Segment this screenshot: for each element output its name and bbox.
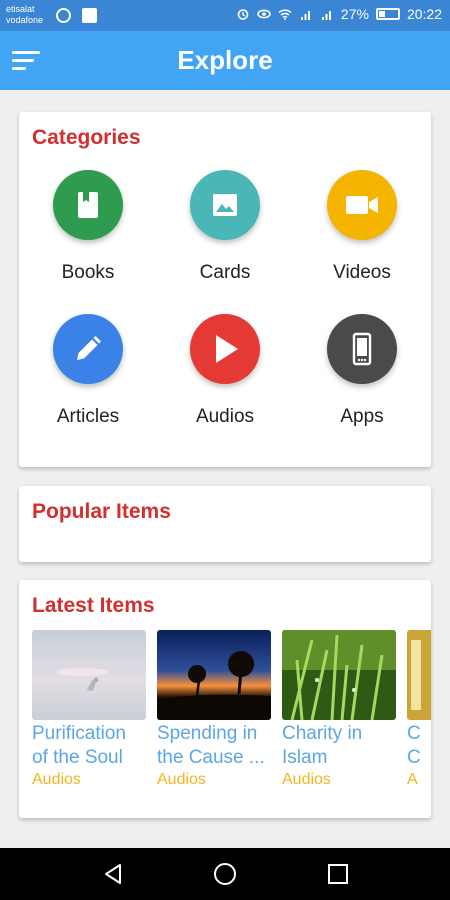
thumbnail-image: [32, 630, 146, 720]
latest-items-card: Latest Items Purification of the Soul Au…: [19, 580, 431, 818]
category-label: Videos: [333, 262, 391, 283]
app-bar: Explore: [0, 31, 450, 90]
battery-icon: [375, 8, 400, 20]
category-label: Apps: [340, 406, 384, 427]
signal-1-icon: [300, 11, 310, 20]
item-category: A: [407, 771, 418, 788]
carrier-names: etisalat vodafone: [6, 4, 43, 26]
carrier-2: vodafone: [6, 15, 44, 25]
category-label: Books: [61, 262, 115, 283]
image-notification-icon: [82, 8, 97, 23]
book-icon: [53, 170, 123, 240]
system-nav-bar: [0, 848, 450, 900]
categories-card: Categories Books Cards Videos Articles A…: [19, 112, 431, 467]
play-icon: [190, 314, 260, 384]
category-books[interactable]: Books: [23, 170, 153, 284]
pencil-icon: [53, 314, 123, 384]
recents-icon[interactable]: [326, 862, 350, 886]
back-icon[interactable]: [101, 862, 125, 886]
category-articles[interactable]: Articles: [23, 314, 153, 428]
status-icons: 27% 20:22: [236, 6, 442, 22]
item-category: Audios: [32, 771, 81, 788]
eye-icon: [257, 9, 271, 19]
item-title-line-2: C: [407, 747, 421, 768]
popular-items-card: Popular Items: [19, 486, 431, 562]
battery-percent: 27%: [340, 6, 369, 22]
circle-notification-icon: [56, 8, 71, 23]
latest-item[interactable]: C C A: [407, 630, 431, 790]
clock: 20:22: [406, 6, 442, 22]
wifi-icon: [278, 9, 292, 20]
thumbnail-image: [407, 630, 431, 720]
item-category: Audios: [157, 771, 206, 788]
signal-2-icon: [321, 11, 331, 20]
latest-item[interactable]: Spending in the Cause ... Audios: [157, 630, 271, 790]
popular-items-title: Popular Items: [32, 500, 171, 523]
item-title-line-2: Islam: [282, 747, 328, 768]
latest-items-list[interactable]: Purification of the Soul Audios Spending…: [32, 630, 431, 795]
status-bar: etisalat vodafone 27% 20:22: [0, 0, 450, 31]
category-audios[interactable]: Audios: [160, 314, 290, 428]
categories-title: Categories: [32, 126, 141, 149]
image-icon: [190, 170, 260, 240]
smartphone-icon: [327, 314, 397, 384]
latest-item[interactable]: Charity in Islam Audios: [282, 630, 396, 790]
category-cards[interactable]: Cards: [160, 170, 290, 284]
item-title-line-2: of the Soul: [32, 747, 123, 768]
video-camera-icon: [327, 170, 397, 240]
page-title: Explore: [177, 45, 273, 75]
category-videos[interactable]: Videos: [297, 170, 427, 284]
latest-item[interactable]: Purification of the Soul Audios: [32, 630, 146, 790]
carrier-1: etisalat: [6, 4, 35, 14]
latest-items-title: Latest Items: [32, 594, 155, 617]
thumbnail-image: [157, 630, 271, 720]
item-title-line-1: Spending in: [157, 723, 258, 744]
item-title-line-1: Charity in: [282, 723, 363, 744]
item-title-line-2: the Cause ...: [157, 747, 265, 768]
thumbnail-image: [282, 630, 396, 720]
category-label: Cards: [199, 262, 251, 283]
item-title-line-1: Purification: [32, 723, 126, 744]
alarm-icon: [237, 9, 249, 20]
category-label: Articles: [56, 406, 120, 427]
item-category: Audios: [282, 771, 331, 788]
category-apps[interactable]: Apps: [297, 314, 427, 428]
home-icon[interactable]: [213, 862, 237, 886]
category-label: Audios: [195, 406, 255, 427]
item-title-line-1: C: [407, 723, 421, 744]
